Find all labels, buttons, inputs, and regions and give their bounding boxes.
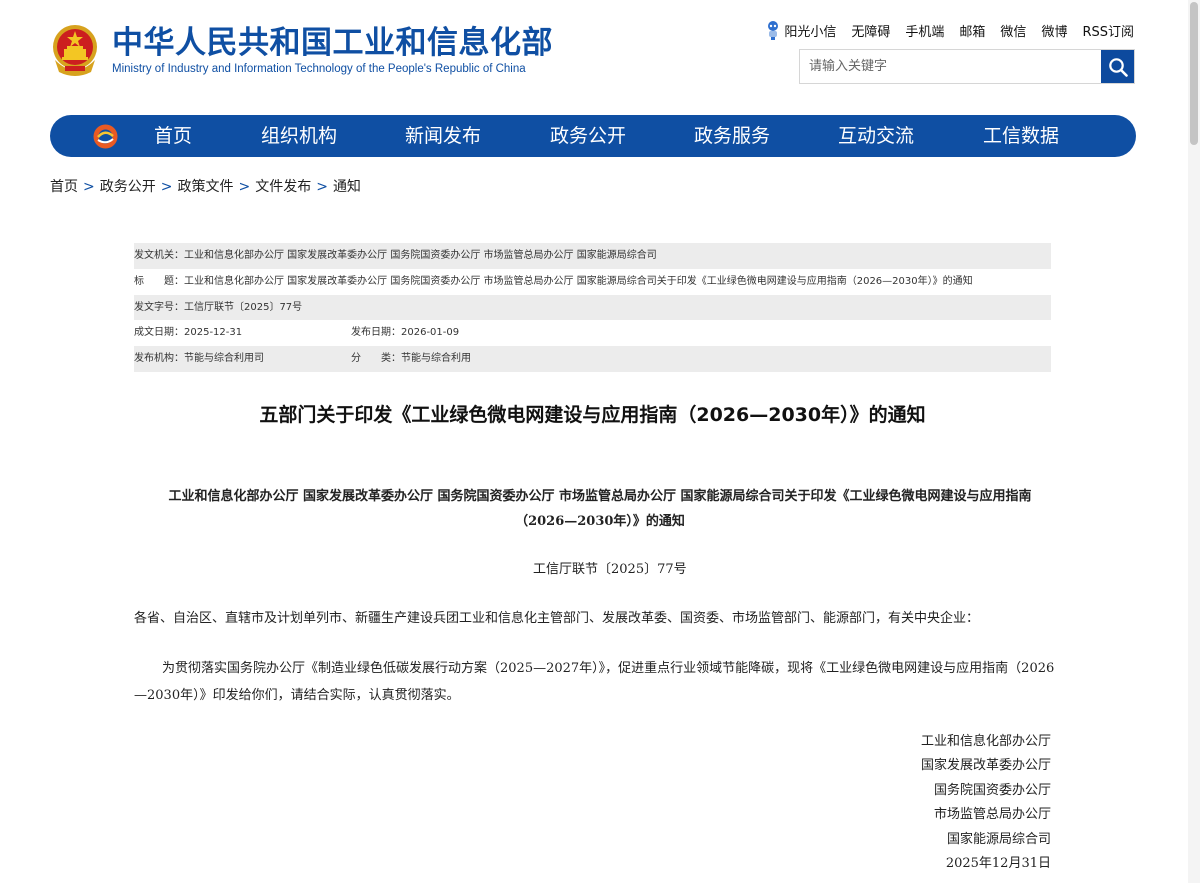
miit-logo-icon xyxy=(93,124,118,149)
nav-item-interaction[interactable]: 互动交流 xyxy=(838,115,914,157)
breadcrumb-item[interactable]: 政策文件 xyxy=(177,179,233,195)
search-icon xyxy=(1108,57,1128,77)
article-subtitle: 工业和信息化部办公厅 国家发展改革委办公厅 国务院国资委办公厅 市场监管总局办公… xyxy=(168,489,1032,529)
nav-item-organization[interactable]: 组织机构 xyxy=(261,115,337,157)
meta-label: 发文机关： xyxy=(134,250,184,261)
breadcrumb-item[interactable]: 首页 xyxy=(50,179,78,195)
meta-label: 发布机构： xyxy=(134,353,184,365)
search-box xyxy=(799,49,1135,84)
breadcrumb-separator: > xyxy=(316,179,328,195)
breadcrumb-item[interactable]: 通知 xyxy=(333,179,361,195)
article-title: 五部门关于印发《工业绿色微电网建设与应用指南（2026—2030年）》的通知 xyxy=(259,404,926,426)
main-nav: 首页 组织机构 新闻发布 政务公开 政务服务 互动交流 工信数据 xyxy=(50,115,1136,157)
nav-item-home[interactable]: 首页 xyxy=(154,115,192,157)
nav-item-news[interactable]: 新闻发布 xyxy=(405,115,481,157)
breadcrumb-separator: > xyxy=(238,179,251,195)
top-link-wechat[interactable]: 微信 xyxy=(1000,21,1026,40)
nav-item-government-services[interactable]: 政务服务 xyxy=(694,115,770,157)
meta-row-docno: 发文字号：工信厅联节〔2025〕77号 xyxy=(134,294,1051,321)
meta-label: 发文字号： xyxy=(134,301,184,313)
article-body-paragraph: 为贯彻落实国务院办公厅《制造业绿色低碳发展行动方案（2025—2027年）》，促… xyxy=(134,661,1055,703)
meta-value: 节能与综合利用 xyxy=(401,353,471,365)
breadcrumb-separator: > xyxy=(160,179,173,195)
meta-row-issuer: 发文机关：工业和信息化部办公厅 国家发展改革委办公厅 国务院国资委办公厅 市场监… xyxy=(134,243,1051,269)
top-link-label: 阳光小信 xyxy=(784,24,837,40)
meta-label: 成文日期： xyxy=(134,327,184,339)
nav-item-data[interactable]: 工信数据 xyxy=(983,115,1059,157)
scrollbar-thumb[interactable] xyxy=(1190,2,1198,145)
top-links: 阳光小信 无障碍 手机端 邮箱 微信 微博 RSS订阅 xyxy=(766,20,1134,40)
meta-label: 标 题： xyxy=(134,275,184,287)
meta-row-dates: 成文日期：2025-12-31 发布日期：2026-01-09 xyxy=(134,320,1051,346)
signature-line: 国家发展改革委办公厅 xyxy=(920,758,1051,774)
article-signatures: 工业和信息化部办公厅 国家发展改革委办公厅 国务院国资委办公厅 市场监管总局办公… xyxy=(921,730,1051,876)
document-meta-table: 发文机关：工业和信息化部办公厅 国家发展改革委办公厅 国务院国资委办公厅 市场监… xyxy=(134,243,1051,372)
doc-number-text: 工信厅联节〔2025〕77号 xyxy=(533,562,687,577)
signature-line: 国务院国资委办公厅 xyxy=(933,782,1051,798)
meta-value: 2025-12-31 xyxy=(184,327,243,339)
meta-label: 发布日期： xyxy=(351,327,401,339)
search-button[interactable] xyxy=(1101,50,1134,83)
robot-icon xyxy=(768,21,779,40)
search-input[interactable] xyxy=(800,50,1101,83)
site-title-en: Ministry of Industry and Information Tec… xyxy=(112,63,526,75)
breadcrumb-item[interactable]: 文件发布 xyxy=(255,179,311,195)
meta-label: 分 类： xyxy=(351,353,401,365)
top-link-mobile[interactable]: 手机端 xyxy=(905,21,944,40)
meta-value: 工信厅联节〔2025〕77号 xyxy=(184,301,303,313)
breadcrumb-separator: > xyxy=(83,179,95,195)
meta-value: 工业和信息化部办公厅 国家发展改革委办公厅 国务院国资委办公厅 市场监管总局办公… xyxy=(184,275,973,287)
top-link-accessibility[interactable]: 无障碍 xyxy=(851,21,890,40)
signature-line: 工业和信息化部办公厅 xyxy=(920,734,1051,749)
top-link-sunshine[interactable]: 阳光小信 xyxy=(766,20,836,40)
nav-item-government-affairs[interactable]: 政务公开 xyxy=(550,115,626,157)
page-scrollbar[interactable] xyxy=(1188,0,1200,883)
site-logo[interactable]: 中华人民共和国工业和信息化部 Ministry of Industry and … xyxy=(50,22,553,78)
signature-line: 国家能源局综合司 xyxy=(946,831,1051,847)
article-addressee: 各省、自治区、直辖市及计划单列市、新疆生产建设兵团工业和信息化主管部门、发展改革… xyxy=(134,611,980,626)
meta-row-org: 发布机构：节能与综合利用司 分 类：节能与综合利用 xyxy=(134,346,1051,372)
breadcrumb: 首页 > 政务公开 > 政策文件 > 文件发布 > 通知 xyxy=(50,176,361,196)
breadcrumb-item[interactable]: 政务公开 xyxy=(100,179,156,195)
signature-date: 2025年12月31日 xyxy=(945,856,1051,872)
meta-value: 2026-01-09 xyxy=(401,327,460,339)
meta-value: 工业和信息化部办公厅 国家发展改革委办公厅 国务院国资委办公厅 市场监管总局办公… xyxy=(184,250,657,261)
top-link-weibo[interactable]: 微博 xyxy=(1041,21,1067,40)
top-link-rss[interactable]: RSS订阅 xyxy=(1082,21,1134,40)
meta-value: 节能与综合利用司 xyxy=(184,353,264,365)
national-emblem-icon xyxy=(53,25,97,76)
signature-line: 市场监管总局办公厅 xyxy=(933,807,1051,823)
meta-row-title: 标 题：工业和信息化部办公厅 国家发展改革委办公厅 国务院国资委办公厅 市场监管… xyxy=(134,269,1051,295)
top-link-mail[interactable]: 邮箱 xyxy=(959,21,985,40)
site-title-cn: 中华人民共和国工业和信息化部 xyxy=(112,25,553,61)
